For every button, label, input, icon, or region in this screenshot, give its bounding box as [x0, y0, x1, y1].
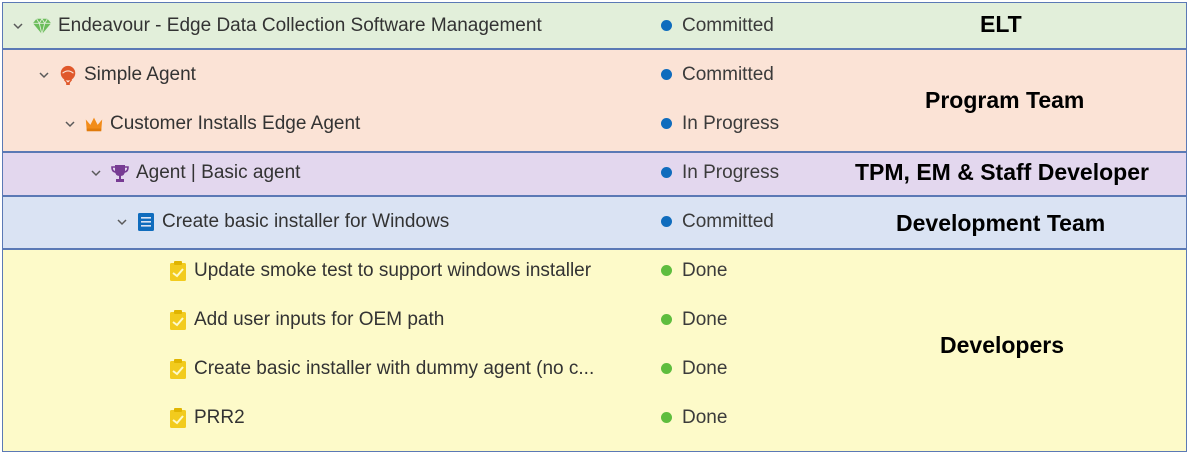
- state-dot: [661, 314, 672, 325]
- state-label: Done: [682, 259, 728, 281]
- state-cell: In Progress: [661, 99, 779, 148]
- tree-row[interactable]: Customer Installs Edge Agent: [0, 99, 714, 148]
- task-icon: [168, 358, 188, 379]
- band-label-elt: ELT: [980, 11, 1022, 37]
- tree-row[interactable]: Agent | Basic agent: [0, 148, 740, 197]
- state-dot: [661, 265, 672, 276]
- state-cell: Done: [661, 393, 727, 442]
- state-label: In Progress: [682, 112, 780, 134]
- work-item-title[interactable]: Add user inputs for OEM path: [194, 309, 444, 331]
- work-item-title[interactable]: Customer Installs Edge Agent: [110, 113, 360, 135]
- chevron-down-icon[interactable]: [12, 20, 24, 32]
- task-icon: [168, 407, 188, 428]
- tree-row[interactable]: Endeavour - Edge Data Collection Softwar…: [0, 1, 662, 50]
- state-cell: Done: [661, 246, 727, 295]
- band-label-developers: Developers: [940, 332, 1065, 358]
- work-item-title[interactable]: Endeavour - Edge Data Collection Softwar…: [58, 15, 542, 37]
- state-label: Committed: [682, 63, 774, 85]
- state-label: In Progress: [682, 161, 780, 183]
- backlog-item-icon: [136, 212, 156, 232]
- state-cell: Done: [661, 295, 727, 344]
- state-dot: [661, 167, 672, 178]
- work-item-title[interactable]: Agent | Basic agent: [136, 162, 300, 184]
- band-label-development-team: Development Team: [896, 210, 1106, 236]
- state-dot: [661, 20, 672, 31]
- band-label-tpm: TPM, EM & Staff Developer: [855, 159, 1149, 185]
- tree-row[interactable]: Simple Agent: [0, 50, 688, 99]
- state-dot: [661, 118, 672, 129]
- state-dot: [661, 216, 672, 227]
- tree-row[interactable]: Create basic installer for Windows: [0, 197, 766, 246]
- chevron-down-icon[interactable]: [64, 118, 76, 130]
- work-item-title[interactable]: Simple Agent: [84, 64, 196, 86]
- state-cell: In Progress: [661, 148, 779, 197]
- state-cell: Committed: [661, 197, 774, 246]
- state-label: Done: [682, 406, 728, 428]
- work-item-title[interactable]: Update smoke test to support windows ins…: [194, 260, 591, 282]
- state-label: Done: [682, 308, 728, 330]
- task-icon: [168, 309, 188, 330]
- work-item-title[interactable]: Create basic installer for Windows: [162, 211, 449, 233]
- work-item-title[interactable]: Create basic installer with dummy agent …: [194, 358, 594, 380]
- state-cell: Committed: [661, 1, 774, 50]
- state-label: Committed: [682, 14, 774, 36]
- epic-gem-icon: [32, 16, 52, 36]
- chevron-down-icon[interactable]: [38, 69, 50, 81]
- work-item-title[interactable]: PRR2: [194, 407, 245, 429]
- chevron-down-icon[interactable]: [90, 167, 102, 179]
- band-label-program-team: Program Team: [925, 87, 1085, 113]
- state-label: Committed: [682, 210, 774, 232]
- state-label: Done: [682, 357, 728, 379]
- crown-icon: [84, 114, 104, 134]
- state-dot: [661, 412, 672, 423]
- state-cell: Committed: [661, 50, 774, 99]
- trophy-icon: [110, 163, 130, 183]
- state-dot: [661, 363, 672, 374]
- chevron-down-icon[interactable]: [116, 216, 128, 228]
- state-dot: [661, 69, 672, 80]
- initiative-icon: [58, 65, 78, 85]
- state-cell: Done: [661, 344, 727, 393]
- task-icon: [168, 260, 188, 281]
